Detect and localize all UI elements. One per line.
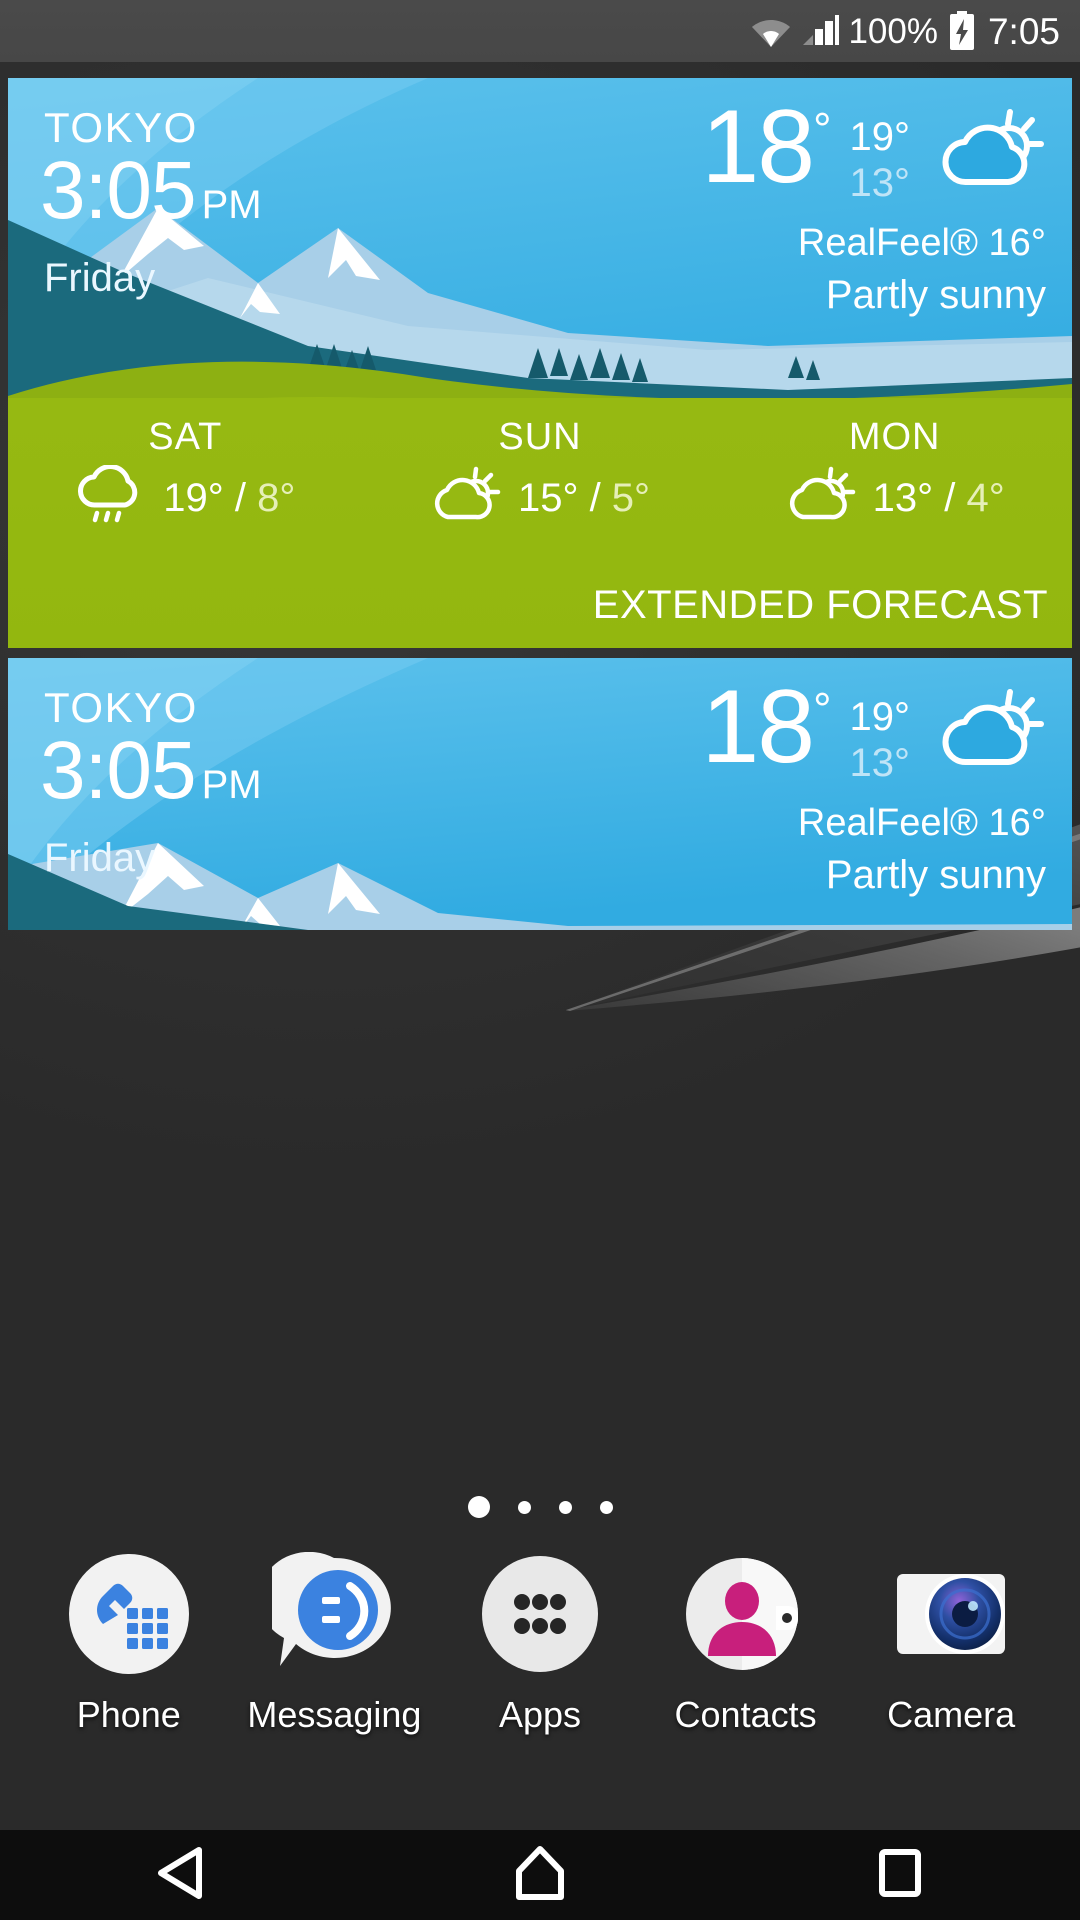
page-indicator: [0, 1496, 1080, 1518]
weather-current-temp-value: 18: [701, 669, 815, 785]
forecast-high: 19°: [163, 476, 224, 520]
recents-square-icon: [875, 1847, 925, 1904]
forecast-strip: SAT 19° / 8° SUN 15° / 5° MON 13° / 4° E…: [8, 398, 1072, 648]
partly-sunny-icon: [936, 106, 1046, 199]
weather-low-temp: 13°: [849, 741, 911, 785]
weather-time-block: 3:05 PM: [40, 730, 262, 812]
forecast-day-sun[interactable]: SUN 15° / 5°: [363, 416, 718, 532]
dock-label: Messaging: [247, 1694, 422, 1735]
dock-label: Camera: [887, 1694, 1016, 1735]
weather-high-low: 19° 13°: [850, 694, 911, 786]
weather-low-temp: 13°: [849, 161, 911, 205]
status-clock: 7:05: [987, 10, 1060, 52]
partly-sunny-icon: [430, 465, 504, 532]
forecast-sep: /: [223, 476, 258, 520]
rain-icon: [75, 464, 149, 532]
back-button[interactable]: [90, 1830, 270, 1920]
dock-item-contacts[interactable]: Contacts: [656, 1552, 836, 1736]
weather-current-block: 18 ° 19° 13° RealFeel® 16° Partly sunny: [701, 89, 1046, 318]
partly-sunny-icon: [785, 465, 859, 532]
navigation-bar: [0, 1830, 1080, 1920]
weather-time: 3:05: [40, 145, 197, 236]
weather-condition: Partly sunny: [825, 853, 1046, 897]
weather-high-low: 19° 13°: [850, 114, 911, 206]
weather-ampm: PM: [201, 183, 262, 227]
forecast-day-row: 15° / 5°: [430, 465, 650, 532]
phone-icon: [67, 1552, 191, 1676]
page-dot-1[interactable]: [467, 1496, 490, 1518]
weather-temp-row: 18 ° 19° 13°: [701, 89, 1046, 206]
camera-icon: [889, 1552, 1013, 1676]
weather-degree-symbol: °: [813, 683, 831, 735]
home-button[interactable]: [450, 1830, 630, 1920]
messaging-icon: [259, 1551, 396, 1676]
forecast-days: SAT 19° / 8° SUN 15° / 5° MON 13° / 4°: [8, 416, 1072, 532]
dock-item-messaging[interactable]: Messaging: [244, 1551, 424, 1736]
recents-button[interactable]: [810, 1830, 990, 1920]
page-dot-4[interactable]: [599, 1500, 613, 1514]
battery-charging-icon: [947, 11, 977, 51]
back-triangle-icon: [155, 1846, 205, 1905]
weather-ampm: PM: [201, 763, 262, 807]
forecast-sep: /: [933, 476, 967, 520]
weather-condition: Partly sunny: [825, 273, 1046, 317]
forecast-high: 15°: [517, 476, 579, 520]
apps-grid-icon: [478, 1552, 602, 1676]
wifi-icon: [750, 14, 792, 48]
dock: Phone Messaging Apps Contacts Camera: [0, 1551, 1080, 1842]
forecast-sep: /: [578, 476, 612, 520]
weather-high-temp: 19°: [849, 115, 911, 159]
contacts-icon: [684, 1552, 808, 1676]
partly-sunny-icon: [936, 686, 1046, 779]
weather-current-temp: 18 °: [701, 89, 831, 205]
weather-degree-symbol: °: [813, 103, 831, 155]
status-bar[interactable]: 100% 7:05: [0, 0, 1080, 62]
dock-item-camera[interactable]: Camera: [861, 1552, 1041, 1736]
forecast-high: 13°: [872, 476, 934, 520]
weather-widget-small[interactable]: TOKYO 3:05 PM Friday 18 ° 19° 13° RealFe…: [8, 658, 1072, 930]
cellular-signal-icon: [801, 15, 840, 47]
forecast-low: 4°: [966, 476, 1005, 520]
forecast-day-label: SAT: [148, 416, 223, 458]
forecast-temps: 13° / 4°: [873, 476, 1005, 521]
home-pentagon-icon: [513, 1845, 567, 1906]
forecast-day-row: 19° / 8°: [75, 464, 295, 532]
weather-weekday: Friday: [44, 836, 156, 880]
dock-item-phone[interactable]: Phone: [39, 1552, 219, 1736]
weather-realfeel: RealFeel® 16°: [797, 222, 1046, 264]
page-dot-2[interactable]: [517, 1500, 531, 1514]
dock-label: Contacts: [674, 1694, 817, 1735]
weather-high-temp: 19°: [849, 695, 911, 739]
forecast-day-label: MON: [848, 416, 941, 458]
extended-forecast-link[interactable]: EXTENDED FORECAST: [593, 583, 1048, 628]
weather-current-temp: 18 °: [701, 669, 831, 785]
forecast-day-label: SUN: [498, 416, 582, 458]
forecast-low: 5°: [611, 476, 651, 520]
weather-current-temp-value: 18: [701, 89, 815, 205]
battery-percent-label: 100%: [848, 11, 938, 51]
weather-time: 3:05: [40, 725, 197, 816]
dock-label: Phone: [76, 1694, 181, 1735]
forecast-low: 8°: [257, 476, 296, 520]
forecast-day-sat[interactable]: SAT 19° / 8°: [8, 416, 363, 532]
forecast-temps: 15° / 5°: [518, 476, 650, 521]
weather-weekday: Friday: [44, 256, 156, 300]
forecast-day-row: 13° / 4°: [785, 465, 1005, 532]
weather-current-block: 18 ° 19° 13° RealFeel® 16° Partly sunny: [701, 669, 1046, 898]
dock-label: Apps: [498, 1694, 582, 1735]
weather-temp-row: 18 ° 19° 13°: [701, 669, 1046, 786]
page-dot-3[interactable]: [558, 1500, 572, 1514]
weather-widget-large[interactable]: TOKYO 3:05 PM Friday 18 ° 19° 13° RealFe…: [8, 78, 1072, 648]
weather-time-block: 3:05 PM: [40, 150, 262, 232]
forecast-day-mon[interactable]: MON 13° / 4°: [717, 416, 1072, 532]
dock-item-apps[interactable]: Apps: [450, 1552, 630, 1736]
forecast-temps: 19° / 8°: [163, 476, 295, 521]
weather-realfeel: RealFeel® 16°: [797, 802, 1046, 844]
